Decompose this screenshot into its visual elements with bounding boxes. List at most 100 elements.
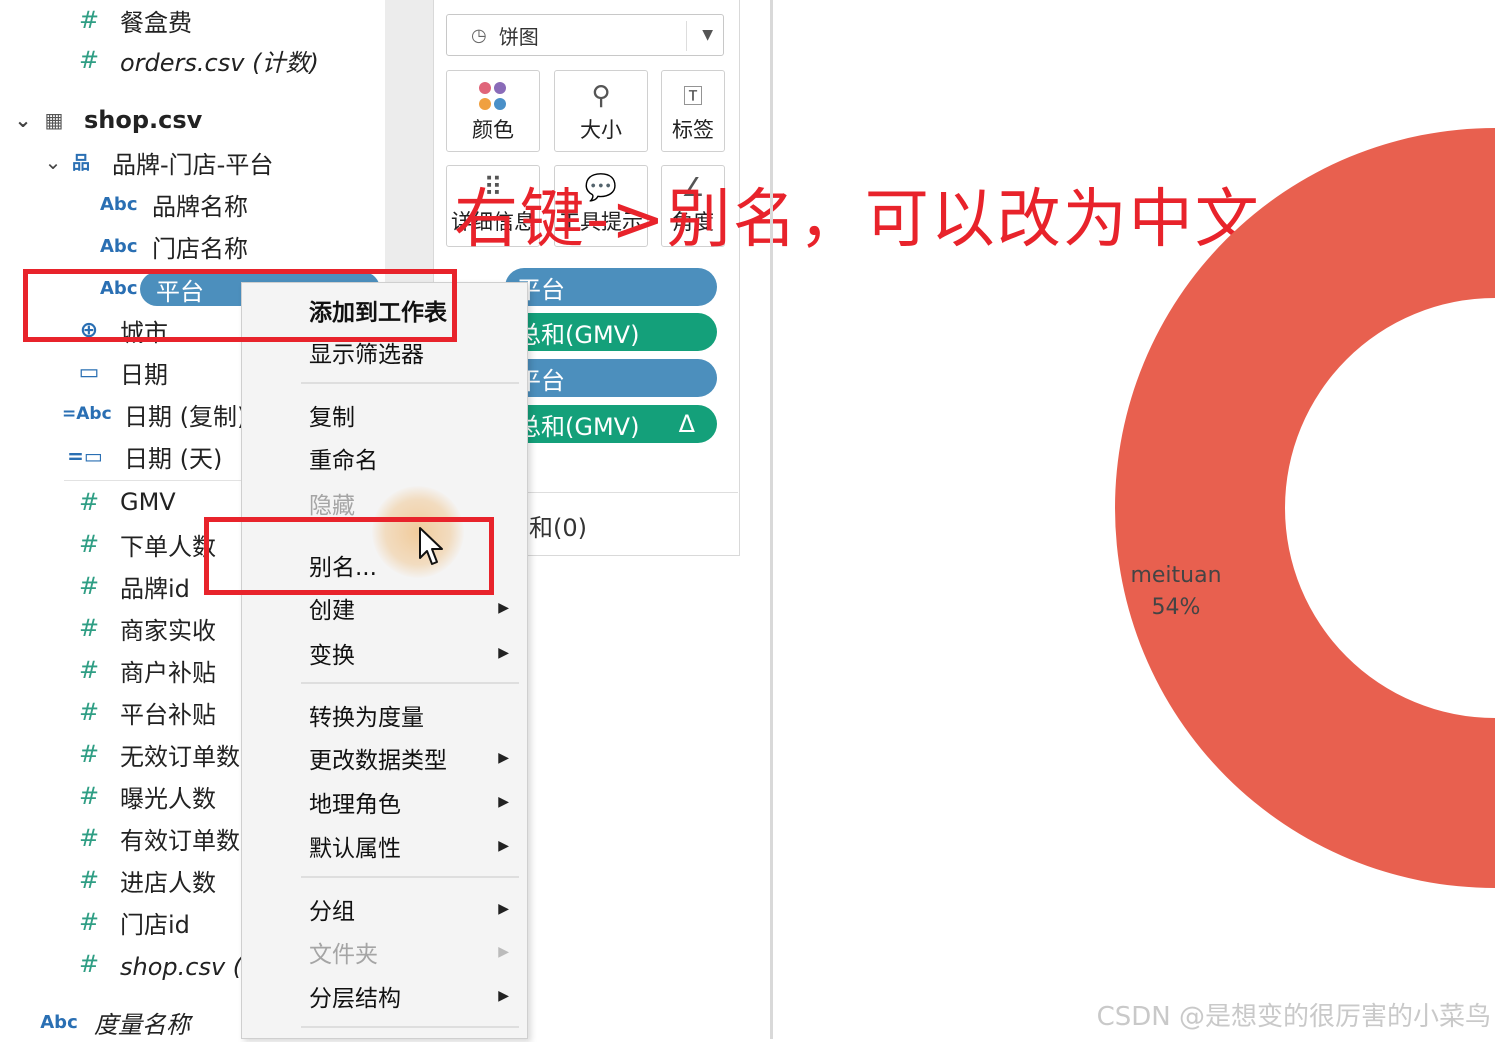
slice-label: meituan 54% [1128,560,1224,624]
field-row[interactable]: # 进店人数 [74,860,216,900]
menu-item-label: 重命名 [309,448,378,474]
pill-label: 总和(GMV) [517,412,640,441]
measure-hash-icon: # [78,782,100,810]
menu-item[interactable]: 地理角色 ▶ [309,782,519,822]
field-row[interactable]: ▭ 日期 [74,352,168,392]
field-row[interactable]: # orders.csv (计数) [74,40,319,80]
menu-item[interactable]: 分层结构 ▶ [309,976,519,1016]
field-row[interactable]: # 无效订单数 [74,734,240,774]
menu-item-label: 转换为度量 [309,705,424,731]
table-name: shop.csv [84,106,203,134]
menu-item-label: 隐藏 [309,493,355,519]
field-row[interactable]: # 平台补贴 [74,692,216,732]
field-label: 日期 [120,360,168,389]
field-row[interactable]: # 品牌id [74,566,190,606]
field-label: 进店人数 [120,868,216,897]
pie-clock-icon: ◷ [471,24,487,46]
menu-item-label: 分层结构 [309,986,401,1012]
field-row[interactable]: # 下单人数 [74,524,216,564]
field-label: 日期 (天) [124,444,223,473]
field-row[interactable]: # 门店id [74,902,190,942]
field-row[interactable]: Abc 度量名称 [40,1002,190,1042]
field-label: 品牌名称 [152,192,248,221]
submenu-arrow-icon: ▶ [498,794,509,810]
text-label-icon: 🅃 [683,84,703,108]
menu-item[interactable]: 更改数据类型 ▶ [309,738,519,778]
button-label: 标签 [672,118,714,142]
marks-pill[interactable]: 平台 [505,268,717,306]
submenu-arrow-icon: ▶ [498,645,509,661]
menu-item-label: 复制 [309,405,355,431]
field-row[interactable]: # GMV [74,482,176,522]
field-label: 曝光人数 [120,784,216,813]
field-label: 品牌id [120,574,190,603]
field-label: 平台补贴 [120,700,216,729]
menu-item-label: 更改数据类型 [309,748,447,774]
calculated-date-icon: =▭ [67,444,103,468]
watermark: CSDN @是想变的很厉害的小菜鸟 [1096,1002,1491,1032]
submenu-arrow-icon: ▶ [498,600,509,616]
chevron-down-icon[interactable]: ⌄ [40,150,66,174]
menu-item[interactable]: 重命名 [309,438,519,478]
menu-item[interactable]: 变换 ▶ [309,633,519,673]
size-button[interactable]: ⚲ 大小 [554,70,648,152]
measure-hash-icon: # [78,46,100,74]
field-label: 门店id [120,910,190,939]
marks-pill[interactable]: 平台 [505,359,717,397]
field-row[interactable]: # shop.csv (计 [74,944,266,984]
annotation-box-field [23,269,457,342]
field-label: 下单人数 [120,532,216,561]
marks-pill[interactable]: 总和(GMV) [505,313,717,351]
field-row[interactable]: # 餐盒费 [74,0,192,40]
chevron-down-icon: ▼ [702,27,713,43]
string-type-icon: Abc [100,193,138,215]
calendar-icon: ▭ [78,359,100,385]
mark-type-label: 饼图 [498,24,539,49]
hierarchy-name: 品牌-门店-平台 [112,150,274,179]
string-type-icon: Abc [100,235,138,257]
measure-hash-icon: # [78,824,100,852]
divider [64,480,244,481]
field-row[interactable]: # 曝光人数 [74,776,216,816]
chevron-down-icon[interactable]: ⌄ [10,108,36,132]
pie-chart-slice[interactable] [1100,0,1495,1039]
measure-hash-icon: # [78,866,100,894]
menu-item[interactable]: 复制 [309,395,519,435]
pill-label: 总和(GMV) [517,320,640,349]
mark-type-dropdown[interactable]: ◷ 饼图 ▼ [446,14,724,56]
menu-separator [301,1026,519,1028]
color-button[interactable]: 颜色 [446,70,540,152]
button-label: 大小 [580,118,622,142]
menu-item-label: 文件夹 [309,942,378,968]
field-row[interactable]: # 有效订单数 [74,818,240,858]
field-row[interactable]: =Abc 日期 (复制) [62,394,246,434]
delta-icon: Δ [678,410,695,438]
measure-hash-icon: # [78,572,100,600]
menu-item[interactable]: 转换为度量 [309,695,519,735]
submenu-arrow-icon: ▶ [498,988,509,1004]
marks-pill[interactable]: 总和(GMV) Δ [505,405,717,443]
field-label: orders.csv (计数) [120,48,319,77]
field-label: 门店名称 [152,234,248,263]
hierarchy-row[interactable]: ⌄ 品 品牌-门店-平台 [40,142,274,182]
table-icon: ▦ [44,108,64,132]
field-row[interactable]: # 商家实收 [74,608,216,648]
menu-separator [301,876,519,878]
submenu-arrow-icon: ▶ [498,944,509,960]
menu-separator [301,682,519,684]
field-row[interactable]: Abc 门店名称 [100,226,248,266]
field-label: GMV [120,488,176,516]
menu-item[interactable]: 默认属性 ▶ [309,826,519,866]
calculated-string-icon: =Abc [62,404,112,424]
slice-name: meituan [1130,563,1222,588]
label-button[interactable]: 🅃 标签 [661,70,725,152]
table-row[interactable]: ⌄ ▦ shop.csv [10,100,203,140]
submenu-arrow-icon: ▶ [498,901,509,917]
field-row[interactable]: =▭ 日期 (天) [66,436,222,476]
field-row[interactable]: # 商户补贴 [74,650,216,690]
button-label: 颜色 [472,118,514,142]
annotation-box-alias [204,517,494,595]
field-row[interactable]: Abc 品牌名称 [100,184,248,224]
menu-item[interactable]: 分组 ▶ [309,889,519,929]
color-dots-icon [479,82,506,110]
